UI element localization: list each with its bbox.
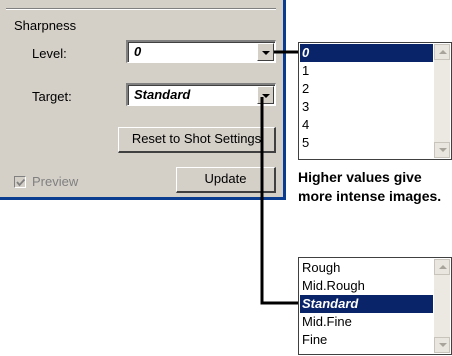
list-item[interactable]: 0 — [300, 44, 433, 62]
level-list-items: 012345 — [300, 44, 433, 152]
level-dropdown-list[interactable]: 012345 — [298, 42, 452, 160]
target-list-items: Rough Mid.Rough Standard Mid.Fine Fine — [300, 259, 433, 349]
list-item[interactable]: 3 — [300, 98, 433, 116]
scroll-up-arrow-icon[interactable] — [434, 44, 450, 60]
level-hint-caption: Higher values give more intense images. — [298, 169, 442, 204]
target-connector-line — [260, 97, 298, 305]
target-list-scrollbar[interactable] — [434, 259, 450, 353]
scroll-down-arrow-icon[interactable] — [434, 142, 450, 158]
list-item[interactable]: Mid.Fine — [300, 313, 433, 331]
target-dropdown-list[interactable]: Rough Mid.Rough Standard Mid.Fine Fine — [298, 257, 452, 355]
list-item[interactable]: 4 — [300, 116, 433, 134]
list-item[interactable]: Fine — [300, 331, 433, 349]
scroll-down-arrow-icon[interactable] — [434, 337, 450, 353]
list-item[interactable]: Rough — [300, 259, 433, 277]
level-list-scrollbar[interactable] — [434, 44, 450, 158]
list-item[interactable]: 1 — [300, 62, 433, 80]
list-item[interactable]: Mid.Rough — [300, 277, 433, 295]
list-item[interactable]: 2 — [300, 80, 433, 98]
scroll-up-arrow-icon[interactable] — [434, 259, 450, 275]
list-item[interactable]: Standard — [300, 295, 433, 313]
list-item[interactable]: 5 — [300, 134, 433, 152]
